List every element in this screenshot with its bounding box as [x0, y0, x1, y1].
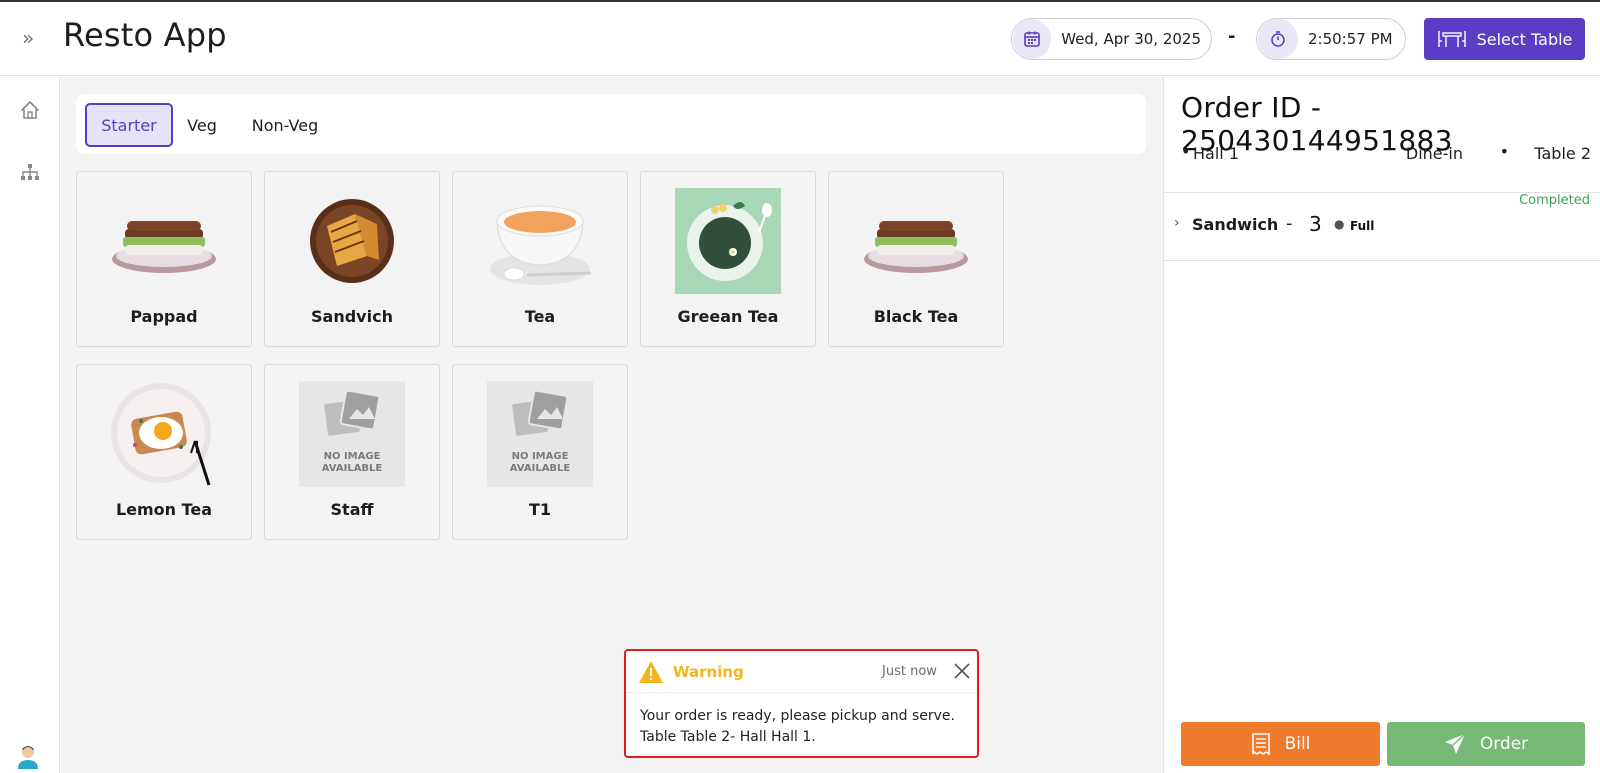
date-text: Wed, Apr 30, 2025	[1061, 30, 1201, 48]
select-table-button[interactable]: Select Table	[1424, 18, 1585, 60]
date-time-separator: -	[1228, 26, 1236, 47]
close-icon[interactable]	[952, 661, 972, 681]
order-item-portion: Full	[1350, 219, 1375, 233]
expand-sidebar-icon[interactable]: »	[22, 26, 46, 50]
menu-item-label: T1	[528, 500, 552, 519]
menu-item-card[interactable]: Black Tea	[828, 171, 1004, 347]
order-line-item[interactable]: › Sandwich - 3 ● Full	[1164, 209, 1600, 249]
service-type-label: Dine-in	[1405, 144, 1463, 163]
user-avatar-icon[interactable]	[14, 742, 42, 770]
time-display: 2:50:57 PM	[1256, 18, 1406, 60]
bullet-icon: ●	[1334, 217, 1345, 231]
no-image-placeholder: NO IMAGE AVAILABLE	[487, 381, 593, 487]
placeholder-text-line1: NO IMAGE	[511, 451, 569, 462]
order-status-badge: Completed	[1519, 193, 1590, 208]
toast-header: Warning Just now	[626, 651, 977, 693]
sitemap-icon[interactable]	[17, 159, 43, 185]
sandwich-photo	[863, 188, 969, 294]
menu-item-label: Tea	[524, 307, 556, 326]
bill-button[interactable]: Bill	[1181, 722, 1380, 766]
send-icon	[1444, 733, 1466, 754]
bullet-icon: •	[1181, 142, 1191, 161]
top-header: » Resto App Wed, Apr 30, 2025 - 2:50:57 …	[0, 2, 1600, 76]
order-item-separator: -	[1286, 213, 1293, 234]
warning-toast: Warning Just now Your order is ready, pl…	[624, 649, 979, 758]
sandwich-photo	[111, 188, 217, 294]
placeholder-text-line1: NO IMAGE	[323, 451, 381, 462]
menu-item-label: Sandvich	[311, 307, 393, 326]
stopwatch-icon	[1258, 19, 1298, 59]
toast-message: Your order is ready, please pickup and s…	[640, 708, 955, 745]
placeholder-text-line2: AVAILABLE	[509, 463, 571, 474]
menu-item-label: Pappad	[130, 307, 198, 326]
order-item-quantity: 3	[1309, 212, 1322, 236]
menu-item-card[interactable]: NO IMAGE AVAILABLE T1	[452, 364, 628, 540]
toast-title: Warning	[673, 663, 744, 681]
warning-icon	[638, 660, 664, 684]
menu-item-card[interactable]: Greean Tea	[640, 171, 816, 347]
menu-item-label: Black Tea	[873, 307, 959, 326]
table-icon	[1437, 31, 1466, 47]
tab-veg[interactable]: Veg	[180, 103, 224, 147]
hall-label: Hall 1	[1193, 144, 1239, 163]
order-panel: Order ID - 250430144951883 • Hall 1 Dine…	[1163, 77, 1600, 773]
tab-non-veg[interactable]: Non-Veg	[244, 103, 326, 147]
placeholder-text-line2: AVAILABLE	[321, 463, 383, 474]
toast-timestamp: Just now	[882, 664, 937, 679]
order-meta: • Hall 1 Dine-in • Table 2	[1181, 142, 1591, 166]
no-image-placeholder: NO IMAGE AVAILABLE	[299, 381, 405, 487]
order-item-name: Sandwich	[1192, 215, 1279, 234]
date-display: Wed, Apr 30, 2025	[1011, 18, 1212, 60]
order-label: Order	[1479, 734, 1529, 754]
table-label: Table 2	[1534, 144, 1591, 163]
home-icon[interactable]	[17, 97, 43, 123]
menu-item-card[interactable]: Lemon Tea	[76, 364, 252, 540]
menu-item-card[interactable]: Sandvich	[264, 171, 440, 347]
tab-starter[interactable]: Starter	[85, 103, 173, 147]
menu-item-label: Lemon Tea	[115, 500, 213, 519]
time-text: 2:50:57 PM	[1308, 30, 1393, 48]
divider	[1164, 260, 1600, 261]
menu-item-label: Staff	[330, 500, 374, 519]
green-tea-photo	[675, 188, 781, 294]
app-title: Resto App	[63, 16, 227, 54]
calendar-icon	[1013, 19, 1052, 59]
menu-item-card[interactable]: Pappad	[76, 171, 252, 347]
receipt-icon	[1251, 733, 1270, 755]
bullet-icon: •	[1499, 142, 1509, 161]
menu-item-card[interactable]: NO IMAGE AVAILABLE Staff	[264, 364, 440, 540]
bill-label: Bill	[1284, 734, 1311, 754]
egg-toast-photo	[111, 381, 217, 487]
grilled-sandwich-photo	[299, 188, 405, 294]
category-tabs: Starter Veg Non-Veg	[76, 94, 1146, 154]
menu-item-label: Greean Tea	[677, 307, 779, 326]
tea-cup-photo	[487, 188, 593, 294]
menu-item-card[interactable]: Tea	[452, 171, 628, 347]
select-table-label: Select Table	[1476, 29, 1573, 49]
order-button[interactable]: Order	[1387, 722, 1585, 766]
sidebar	[0, 77, 60, 773]
menu-area: Starter Veg Non-Veg Pappad Sandvich Tea …	[61, 77, 1163, 773]
chevron-right-icon[interactable]: ›	[1174, 215, 1180, 231]
